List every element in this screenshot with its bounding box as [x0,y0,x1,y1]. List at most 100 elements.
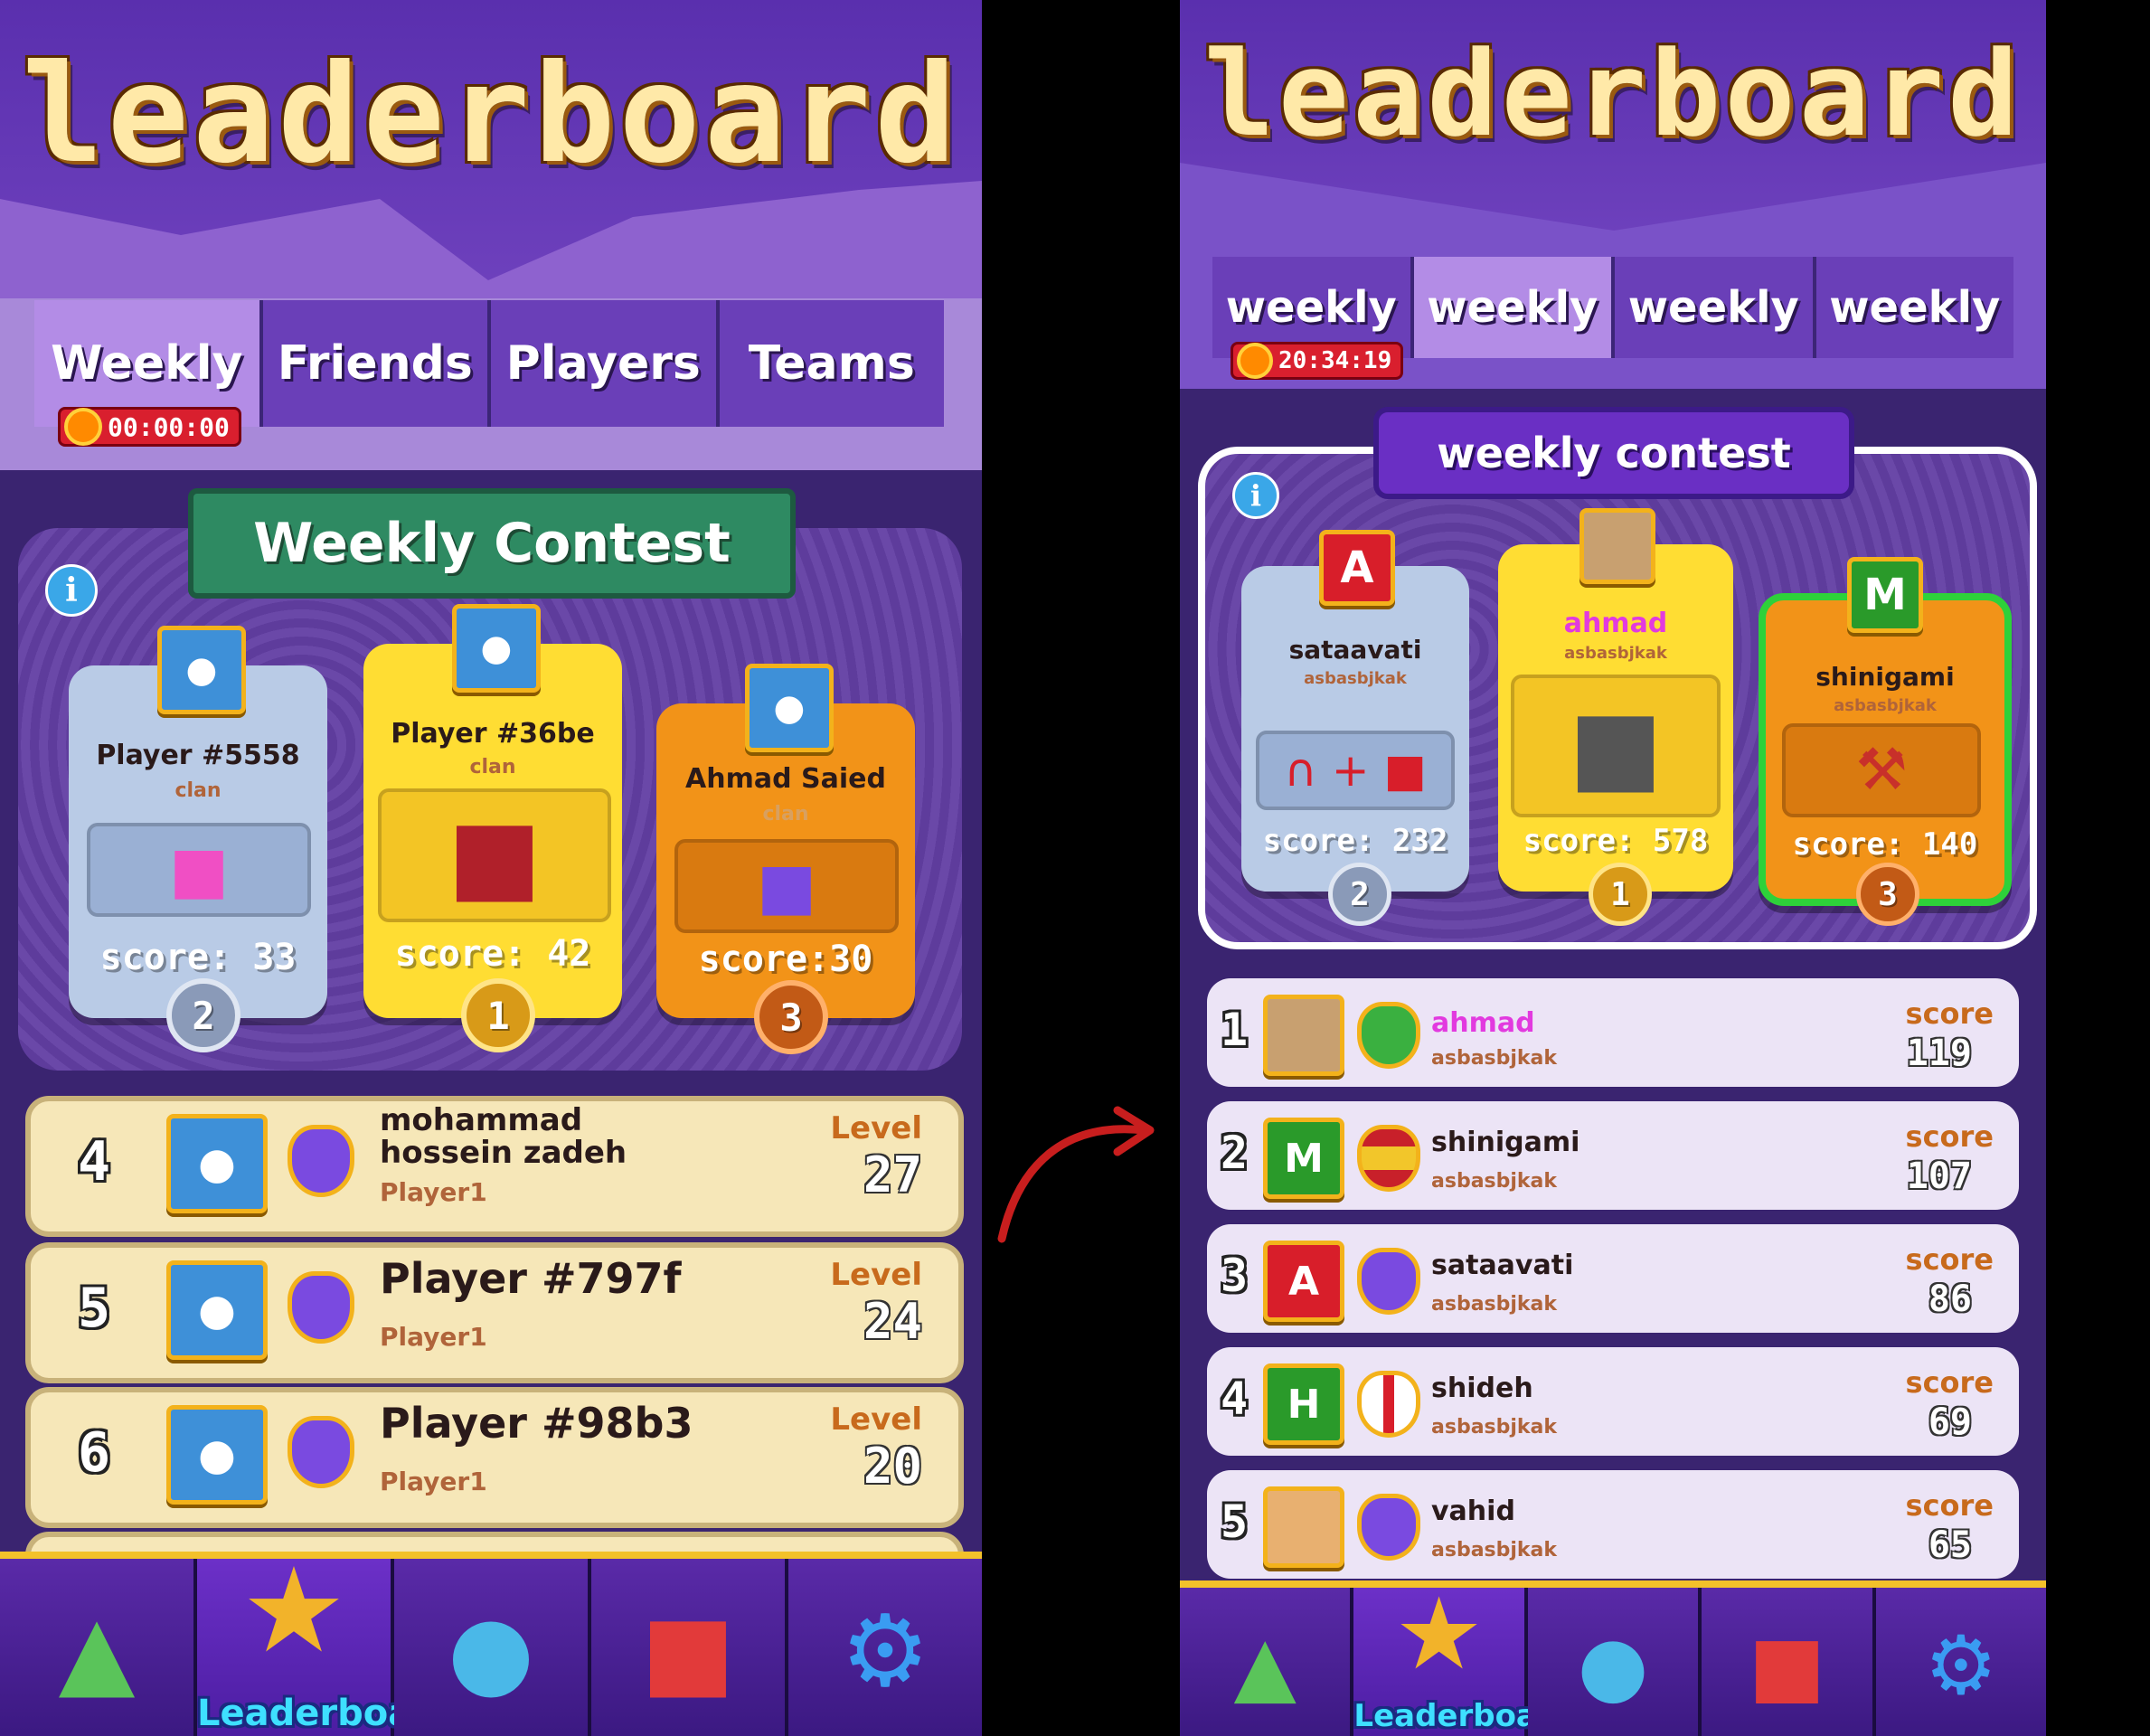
list-item[interactable]: 4 ● mohammad hossein zadeh Player1 Level… [25,1096,964,1237]
nav-map[interactable]: ▲ [0,1559,197,1736]
list-item[interactable]: 3 A sataavati asbasbjkak score 86 [1207,1224,2019,1333]
info-icon[interactable]: i [1232,472,1279,519]
stopwatch-icon [64,408,102,446]
nav-settings[interactable]: ⚙ [788,1559,982,1736]
avatar [1263,1486,1344,1568]
podium-card-3[interactable]: M shinigami asbasbjkak ⚒ score: 140 3 [1759,557,2012,926]
avatar: ● [452,604,541,693]
score-label: score [1905,1242,1994,1277]
reward-slot: ∩ + ■ [1256,731,1455,810]
nav-leaderboard[interactable]: ★ Leaderboard [1353,1576,1574,1736]
tab-label: weekly [1427,282,1598,333]
player-name: sataavati [1431,1250,1574,1281]
rank-medal: 2 [166,978,240,1052]
rank: 4 [1220,1373,1249,1425]
nav-backpack[interactable]: ■ [591,1559,788,1736]
tab-label: weekly [1829,282,2001,333]
tab-weekly-4[interactable]: weekly [1815,257,2013,358]
page-title: leaderboard [22,36,960,193]
nav-backpack[interactable]: ■ [1702,1588,1876,1736]
tab-label: weekly [1627,282,1799,333]
player-name: ahmad [1563,608,1668,639]
backpack-icon: ■ [641,1593,735,1709]
player-sub: asbasbjkak [1304,669,1407,688]
page-title: leaderboard [1203,25,2023,163]
right-screen: leaderboard weekly 20:34:19 weekly weekl… [1180,0,2046,1736]
stopwatch-icon [1237,343,1273,379]
podium-card-2[interactable]: ● Player #5558 clan ■ score: 33 2 [69,626,327,1052]
tab-weekly-3[interactable]: weekly [1615,257,1816,358]
nav-globe[interactable]: ● [394,1559,591,1736]
podium-card-3[interactable]: ● Ahmad Saied clan ■ score:30 3 [656,664,915,1054]
info-icon[interactable]: i [45,564,98,617]
list-item[interactable]: 5 vahid asbasbjkak score 65 [1207,1470,2019,1579]
tab-label: Players [505,336,701,391]
nav-leaderboard[interactable]: ★ Leaderboard [197,1542,457,1736]
podium-card-2[interactable]: A sataavati asbasbjkak ∩ + ■ score: 232 … [1241,530,1469,926]
spain-flag-icon [1357,1125,1420,1192]
trophy-icon: ★ [240,1542,347,1679]
chef-hat-icon [1357,1494,1420,1561]
player-sub: Player1 [380,1467,487,1496]
list-item[interactable]: 5 ● Player #797f Player1 Level 24 [25,1242,964,1383]
podium-card-1[interactable]: ● Player #36be clan ■ score: 42 1 [363,604,622,1052]
score: score: 232 [1262,823,1448,859]
tab-weekly-1[interactable]: weekly 20:34:19 [1212,257,1414,380]
score-value: 24 [863,1293,922,1350]
player-sub: asbasbjkak [1834,696,1937,715]
reward-slot: ⚒ [1782,723,1981,817]
score-label: score [1905,1365,1994,1400]
rank: 6 [77,1421,111,1485]
reward-slot: ■ [674,839,899,933]
rank: 3 [1220,1250,1249,1302]
clan-badge-icon [288,1416,354,1488]
score: score: 140 [1792,826,1978,863]
list-item[interactable]: 2 M shinigami asbasbjkak score 107 [1207,1101,2019,1210]
player-sub: Player1 [380,1177,487,1207]
england-flag-icon [1357,1371,1420,1438]
tab-friends[interactable]: Friends [262,300,491,427]
tab-players[interactable]: Players [491,300,720,427]
globe-icon: ● [1577,1618,1649,1713]
avatar: H [1263,1363,1344,1445]
rank-medal: 3 [754,980,828,1054]
crate-icon: ■ [1569,688,1663,804]
score-value: 119 [1906,1033,1972,1074]
clover-icon [1357,1002,1420,1069]
list-item[interactable]: 6 ● Player #98b3 Player1 Level 20 [25,1387,964,1528]
score-value: 69 [1928,1401,1972,1443]
tab-teams[interactable]: Teams [719,300,944,427]
countdown-timer: 00:00:00 [58,407,241,447]
gear-icon: ⚙ [840,1593,930,1709]
avatar: ● [745,664,834,752]
nav-settings[interactable]: ⚙ [1875,1588,2046,1736]
score: score: 33 [99,937,297,978]
list-item[interactable]: 4 H shideh asbasbjkak score 69 [1207,1347,2019,1456]
player-name: mohammad hossein zadeh [380,1102,627,1171]
podium-card-1[interactable]: ahmad asbasbjkak ■ score: 578 1 [1498,508,1733,926]
rank: 5 [1220,1495,1249,1548]
rank: 5 [77,1277,111,1340]
player-sub: asbasbjkak [1431,1293,1558,1316]
rank: 2 [1220,1127,1249,1179]
clan-badge-icon [288,1271,354,1344]
player-sub: asbasbjkak [1564,644,1667,663]
player-sub: asbasbjkak [1431,1170,1558,1193]
player-name: shinigami [1431,1127,1580,1158]
nav-map[interactable]: ▲ [1180,1588,1354,1736]
avatar: A [1319,530,1395,606]
tab-weekly-2[interactable]: weekly [1413,257,1615,358]
rank: 4 [77,1130,111,1194]
tab-label: weekly [1225,282,1397,333]
avatar: A [1263,1241,1344,1322]
rank-medal: 1 [461,978,535,1052]
clan-name: clan [174,779,222,802]
player-sub: asbasbjkak [1431,1416,1558,1439]
nav-globe[interactable]: ● [1527,1588,1702,1736]
list-item[interactable]: 1 ahmad asbasbjkak score 119 [1207,978,2019,1087]
timer-text: 00:00:00 [108,411,230,442]
contest-title: weekly contest [1437,429,1791,477]
tab-weekly[interactable]: Weekly 00:00:00 [34,300,263,447]
magnet-plus-tnt-icon: ∩ + ■ [1284,744,1427,797]
reward-slot: ■ [87,823,311,917]
